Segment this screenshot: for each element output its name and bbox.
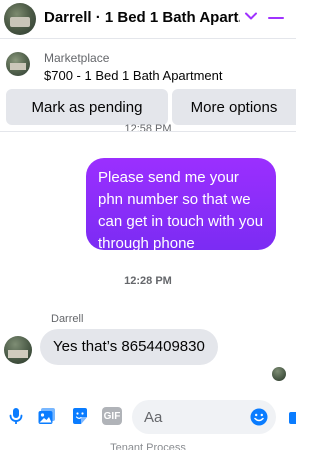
clipped-bottom-text: Tenant Process xyxy=(110,443,186,450)
listing-source-label: Marketplace xyxy=(44,51,110,65)
listing-thumbnail xyxy=(6,52,30,76)
contact-avatar[interactable] xyxy=(4,336,32,364)
listing-title: $700 - 1 Bed 1 Bath Apartment xyxy=(44,68,223,83)
more-options-button[interactable]: More options xyxy=(172,89,296,125)
emoji-icon[interactable] xyxy=(250,408,268,426)
chat-header: Darrell · 1 Bed 1 Bath Apart... xyxy=(0,0,296,38)
message-timestamp: 12:28 PM xyxy=(124,275,172,287)
divider xyxy=(0,131,296,132)
minimize-icon[interactable] xyxy=(268,17,284,19)
microphone-icon[interactable] xyxy=(6,406,26,426)
contact-avatar-header[interactable] xyxy=(4,3,36,35)
like-icon[interactable] xyxy=(289,412,296,424)
gif-icon[interactable]: GIF xyxy=(102,407,122,425)
incoming-message-bubble: Yes that’s 8654409830 xyxy=(40,329,218,365)
seen-receipt-avatar xyxy=(272,367,286,381)
photo-icon[interactable] xyxy=(37,406,57,426)
sticker-icon[interactable] xyxy=(70,406,90,426)
mark-as-pending-button[interactable]: Mark as pending xyxy=(6,89,168,125)
marketplace-listing-row[interactable]: Marketplace $700 - 1 Bed 1 Bath Apartmen… xyxy=(0,38,296,89)
sender-name: Darrell xyxy=(51,313,84,325)
message-composer: GIF xyxy=(0,394,296,438)
chat-title[interactable]: Darrell · 1 Bed 1 Bath Apart... xyxy=(44,9,240,26)
chevron-down-icon[interactable] xyxy=(244,9,258,23)
outgoing-message-bubble: Please send me your phn number so that w… xyxy=(86,158,276,252)
